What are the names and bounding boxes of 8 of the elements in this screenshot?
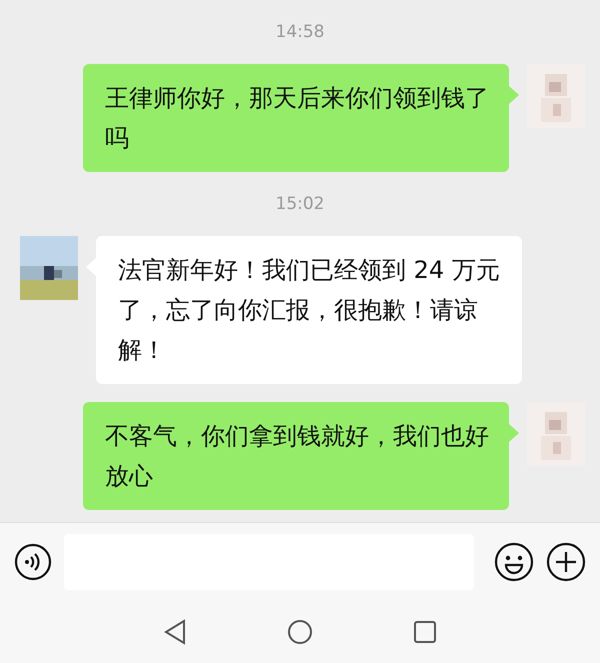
timestamp: 15:02 <box>276 194 324 214</box>
plus-icon[interactable] <box>546 542 586 582</box>
voice-icon[interactable] <box>14 543 52 581</box>
home-icon[interactable] <box>287 619 313 645</box>
back-icon[interactable] <box>163 619 187 645</box>
recents-icon[interactable] <box>413 620 437 644</box>
timestamp: 14:58 <box>276 22 324 42</box>
emoji-icon[interactable] <box>494 542 534 582</box>
